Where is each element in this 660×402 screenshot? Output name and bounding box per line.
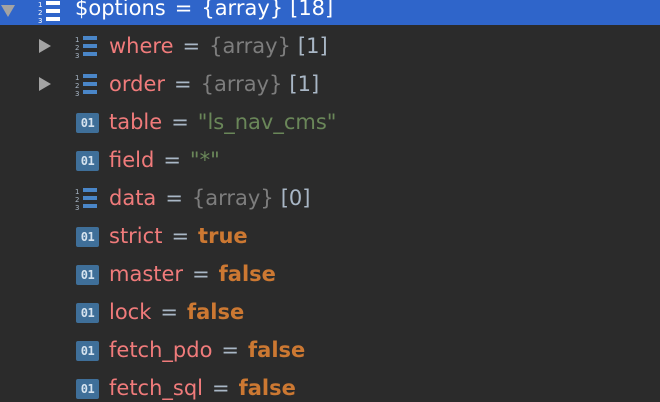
- tree-row-fetch-pdo[interactable]: 01 fetch_pdo = false: [0, 331, 660, 369]
- equals-sign: =: [192, 262, 210, 286]
- svg-text:1: 1: [75, 74, 79, 82]
- primitive-value-icon: 01: [76, 341, 99, 361]
- array-count: [1]: [289, 72, 320, 96]
- primitive-value-icon: 01: [76, 303, 99, 323]
- bool-value: false: [248, 338, 306, 362]
- svg-text:3: 3: [75, 90, 79, 98]
- variable-name: where: [109, 34, 174, 58]
- svg-text:3: 3: [38, 17, 42, 25]
- svg-text:1: 1: [75, 188, 79, 196]
- primitive-value-icon: 01: [76, 379, 99, 399]
- array-list-icon: 1 2 3: [75, 36, 97, 60]
- svg-text:2: 2: [75, 44, 79, 52]
- equals-sign: =: [174, 0, 193, 20]
- variable-type: {array}: [200, 72, 283, 96]
- tree-row-field[interactable]: 01 field = "*": [0, 141, 660, 179]
- equals-sign: =: [174, 72, 192, 96]
- svg-text:2: 2: [75, 82, 79, 90]
- variable-name: table: [109, 110, 163, 134]
- primitive-value-icon: 01: [76, 151, 99, 171]
- equals-sign: =: [182, 34, 201, 58]
- equals-sign: =: [165, 186, 183, 210]
- string-value: "*": [189, 148, 220, 172]
- variable-type: {array}: [191, 186, 274, 210]
- tree-row-options[interactable]: 1 2 3 $options = {array} [18]: [0, 0, 660, 25]
- tree-row-data[interactable]: 1 2 3 data = {array} [0]: [0, 179, 660, 217]
- array-list-icon: 1 2 3: [75, 74, 97, 98]
- array-count: [1]: [297, 34, 328, 58]
- variable-name: master: [109, 262, 184, 286]
- tree-row-where[interactable]: 1 2 3 where = {array} [1]: [0, 27, 660, 65]
- equals-sign: =: [160, 300, 178, 324]
- variable-name: strict: [109, 224, 163, 248]
- tree-row-strict[interactable]: 01 strict = true: [0, 217, 660, 255]
- expand-arrow-icon[interactable]: [1, 5, 15, 17]
- variable-type: {array}: [209, 34, 291, 58]
- variable-name: $options: [75, 0, 166, 20]
- tree-row-lock[interactable]: 01 lock = false: [0, 293, 660, 331]
- svg-text:3: 3: [75, 204, 79, 212]
- debugger-variables-tree: 1 2 3 $options = {array} [18] 1 2 3 wher…: [0, 0, 660, 402]
- equals-sign: =: [212, 376, 230, 400]
- array-count: [18]: [290, 0, 334, 20]
- array-count: [0]: [280, 186, 311, 210]
- array-list-icon: 1 2 3: [38, 1, 60, 25]
- primitive-value-icon: 01: [76, 265, 99, 285]
- bool-value: true: [198, 224, 248, 248]
- equals-sign: =: [171, 110, 189, 134]
- variable-name: fetch_pdo: [109, 338, 213, 362]
- expand-arrow-icon[interactable]: [39, 77, 51, 91]
- bool-value: false: [238, 376, 296, 400]
- svg-text:2: 2: [38, 9, 42, 17]
- primitive-value-icon: 01: [76, 227, 99, 247]
- tree-row-master[interactable]: 01 master = false: [0, 255, 660, 293]
- variable-type: {array}: [201, 0, 284, 20]
- bool-value: false: [218, 262, 276, 286]
- equals-sign: =: [171, 224, 190, 248]
- svg-text:1: 1: [38, 1, 42, 9]
- svg-text:1: 1: [75, 36, 79, 44]
- variable-name: lock: [109, 300, 152, 324]
- variable-name: fetch_sql: [109, 376, 204, 400]
- variable-name: data: [109, 186, 157, 210]
- svg-text:2: 2: [75, 196, 79, 204]
- expand-arrow-icon[interactable]: [39, 39, 51, 53]
- bool-value: false: [187, 300, 245, 324]
- string-value: "ls_nav_cms": [197, 110, 337, 134]
- primitive-value-icon: 01: [76, 113, 99, 133]
- tree-row-fetch-sql[interactable]: 01 fetch_sql = false: [0, 369, 660, 402]
- tree-row-table[interactable]: 01 table = "ls_nav_cms": [0, 103, 660, 141]
- tree-row-order[interactable]: 1 2 3 order = {array} [1]: [0, 65, 660, 103]
- svg-text:3: 3: [75, 52, 79, 60]
- array-list-icon: 1 2 3: [75, 188, 97, 212]
- variable-name: order: [109, 72, 165, 96]
- equals-sign: =: [163, 148, 181, 172]
- variable-name: field: [109, 148, 155, 172]
- equals-sign: =: [221, 338, 240, 362]
